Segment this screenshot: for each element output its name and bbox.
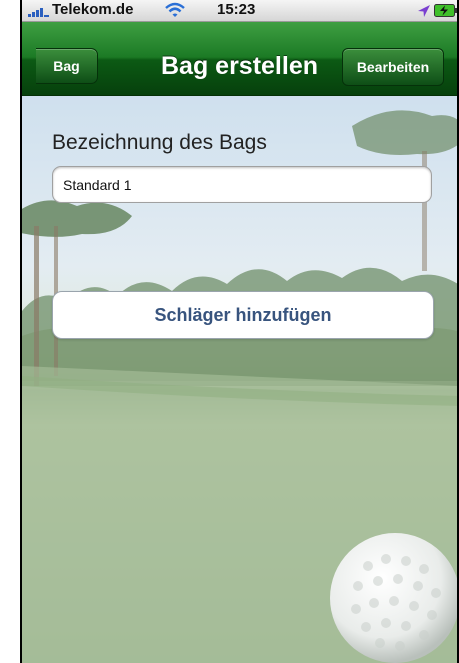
golf-ball-image bbox=[330, 533, 457, 663]
edit-button[interactable]: Bearbeiten bbox=[342, 48, 444, 86]
add-club-button[interactable]: Schläger hinzufügen bbox=[52, 291, 434, 339]
content-area: Bezeichnung des Bags Schläger hinzufügen bbox=[22, 96, 457, 663]
carrier-name: Telekom.de bbox=[52, 1, 134, 18]
signal-bars-icon bbox=[28, 8, 49, 17]
bag-name-label: Bezeichnung des Bags bbox=[52, 131, 267, 154]
status-bar: Telekom.de 15:23 bbox=[22, 0, 457, 22]
wifi-icon bbox=[165, 2, 185, 17]
battery-charging-icon bbox=[434, 4, 457, 17]
back-button[interactable]: Bag bbox=[36, 48, 98, 84]
bag-name-input[interactable] bbox=[52, 166, 432, 203]
back-button-label: Bag bbox=[53, 58, 80, 74]
navigation-bar: Bag Bag erstellen Bearbeiten bbox=[22, 22, 457, 96]
status-time: 15:23 bbox=[217, 1, 256, 18]
device-screen: Telekom.de 15:23 Bag Bag erstellen Bearb… bbox=[20, 0, 459, 663]
location-arrow-icon bbox=[418, 5, 430, 17]
